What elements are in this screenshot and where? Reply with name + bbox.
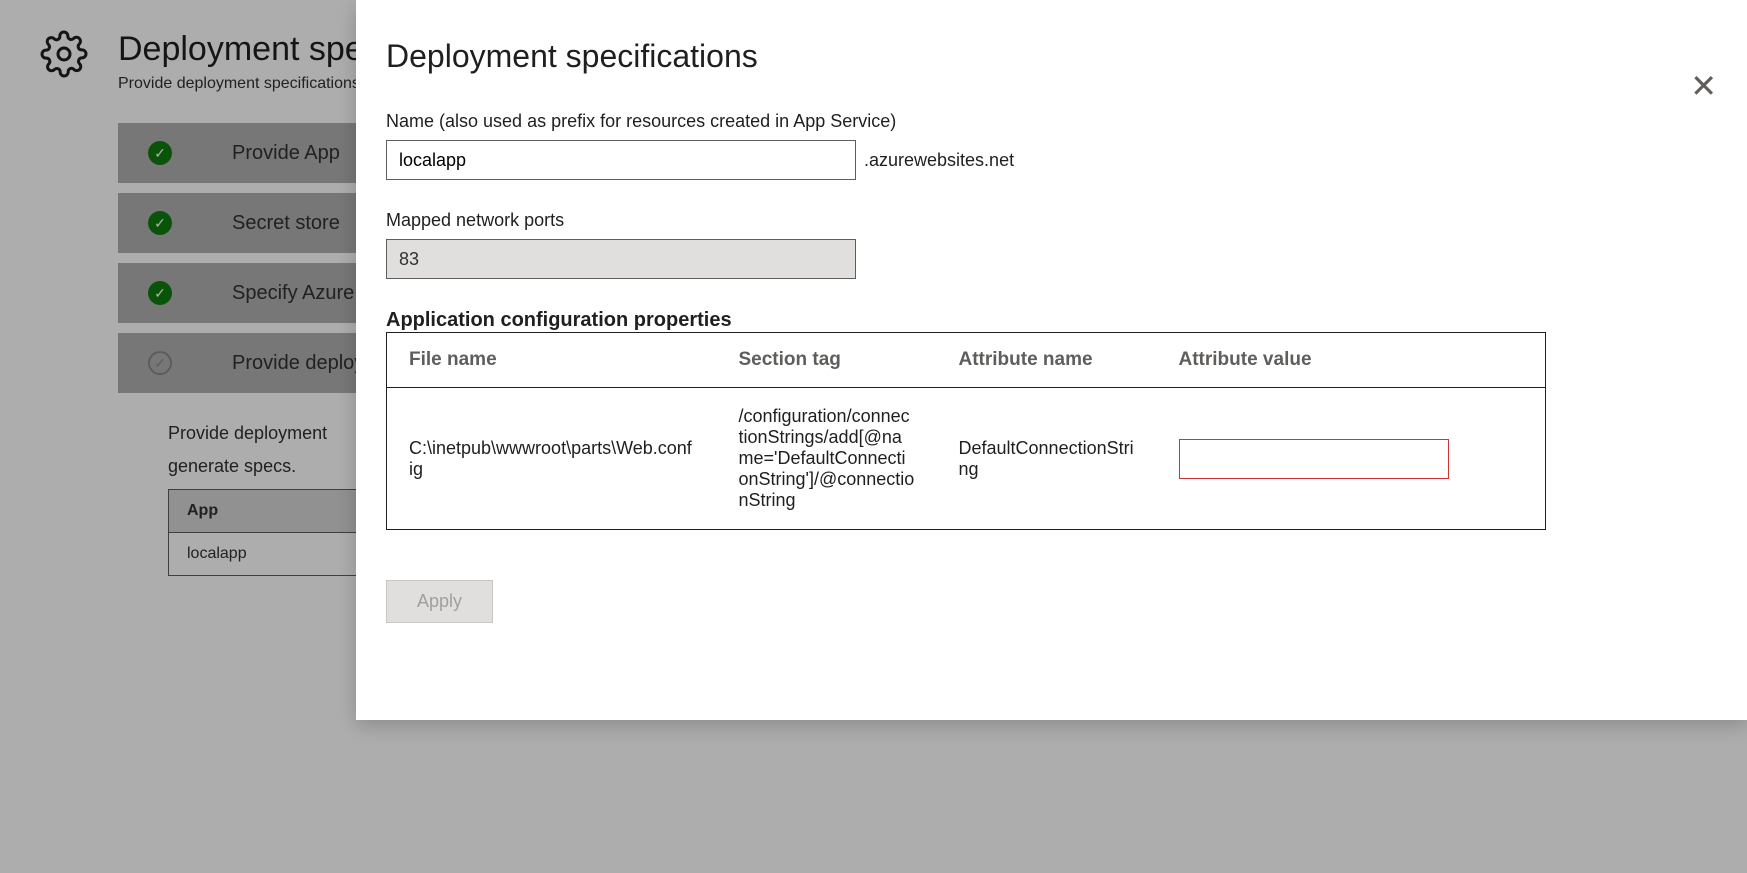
- table-row: C:\inetpub\wwwroot\parts\Web.config /con…: [387, 388, 1546, 530]
- properties-table: File name Section tag Attribute name Att…: [386, 332, 1546, 530]
- name-input[interactable]: [386, 140, 856, 180]
- col-header-file: File name: [387, 333, 717, 388]
- close-button[interactable]: ✕: [1690, 70, 1717, 102]
- col-header-section: Section tag: [717, 333, 937, 388]
- cell-attr-name: DefaultConnectionString: [937, 388, 1157, 530]
- props-section-header: Application configuration properties: [386, 309, 1717, 332]
- cell-section-tag: /configuration/connectionStrings/add[@na…: [717, 388, 937, 530]
- name-field-label: Name (also used as prefix for resources …: [386, 111, 1717, 132]
- deployment-spec-modal: ✕ Deployment specifications Name (also u…: [356, 0, 1747, 720]
- apply-button-label: Apply: [417, 591, 462, 611]
- apply-button[interactable]: Apply: [386, 580, 493, 623]
- close-icon: ✕: [1690, 68, 1717, 104]
- cell-attr-value: [1157, 388, 1546, 530]
- attr-value-input[interactable]: [1179, 439, 1449, 479]
- modal-title: Deployment specifications: [386, 38, 1717, 75]
- col-header-attr-value: Attribute value: [1157, 333, 1546, 388]
- domain-suffix: .azurewebsites.net: [864, 150, 1014, 171]
- col-header-attr-name: Attribute name: [937, 333, 1157, 388]
- cell-file-name: C:\inetpub\wwwroot\parts\Web.config: [387, 388, 717, 530]
- ports-field-label: Mapped network ports: [386, 210, 1717, 231]
- ports-input: [386, 239, 856, 279]
